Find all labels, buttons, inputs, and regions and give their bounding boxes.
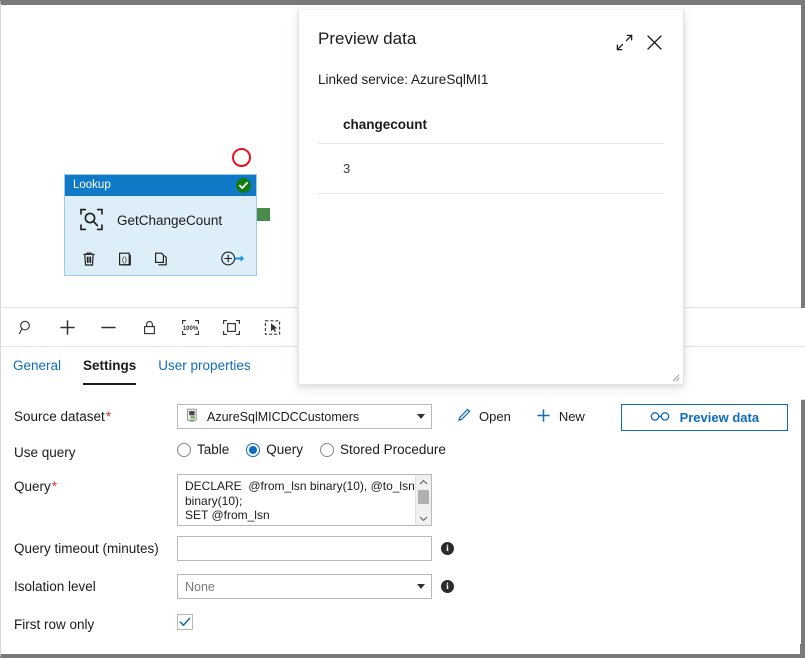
expand-diagonal-icon[interactable] — [609, 27, 639, 57]
svg-text:(): () — [122, 255, 127, 264]
plus-icon — [535, 407, 552, 427]
required-asterisk: * — [105, 409, 112, 424]
source-dataset-value: AzureSqlMICDCCustomers — [207, 409, 360, 424]
info-icon[interactable]: i — [441, 580, 454, 593]
query-timeout-controls: i — [177, 536, 454, 561]
row-isolation-level: Isolation level None i — [1, 574, 801, 612]
chevron-down-icon[interactable] — [417, 414, 425, 419]
open-label: Open — [479, 409, 511, 424]
trash-icon[interactable] — [81, 251, 97, 270]
radio-table[interactable]: Table — [177, 442, 229, 457]
radio-stored-procedure-label: Stored Procedure — [340, 442, 446, 457]
activity-name-label: GetChangeCount — [117, 213, 223, 228]
preview-data-button[interactable]: Preview data — [620, 404, 788, 431]
table-row: 3 — [318, 144, 664, 194]
preview-data-label: Preview data — [679, 410, 760, 425]
scrollbar-thumb[interactable] — [418, 490, 429, 504]
code-braces-icon[interactable]: () — [117, 251, 133, 270]
radio-stored-procedure[interactable]: Stored Procedure — [320, 442, 446, 457]
table-cell: 3 — [343, 161, 351, 176]
radio-query-label: Query — [266, 442, 304, 457]
query-value[interactable]: DECLARE @from_lsn binary(10), @to_lsn bi… — [178, 475, 415, 525]
activity-node-actions: () — [65, 245, 256, 275]
tab-user-properties[interactable]: User properties — [158, 357, 250, 383]
info-icon[interactable]: i — [441, 542, 454, 555]
dataset-icon — [185, 408, 199, 426]
table-header-row: changecount — [318, 117, 664, 144]
auto-align-icon[interactable] — [259, 314, 285, 340]
first-row-only-checkbox[interactable] — [177, 614, 193, 630]
query-scrollbar[interactable] — [415, 475, 431, 525]
svg-text:100%: 100% — [182, 326, 198, 332]
checkmark-icon — [179, 615, 191, 630]
add-output-arrow-icon[interactable] — [220, 250, 246, 270]
fit-to-screen-icon[interactable] — [218, 314, 244, 340]
activity-output-connector[interactable] — [257, 208, 270, 221]
row-query-timeout: Query timeout (minutes) i — [1, 536, 801, 574]
search-icon[interactable] — [13, 314, 39, 340]
pencil-icon — [456, 407, 472, 426]
radio-query[interactable]: Query — [246, 442, 303, 457]
radio-indicator — [246, 442, 261, 457]
new-dataset-button[interactable]: New — [535, 404, 585, 429]
resize-grip-icon[interactable] — [669, 370, 680, 382]
activity-type-label: Lookup — [73, 179, 111, 191]
open-dataset-button[interactable]: Open — [456, 404, 511, 429]
isolation-level-label: Isolation level — [14, 579, 96, 594]
row-query: Query* DECLARE @from_lsn binary(10), @to… — [1, 474, 801, 536]
linked-service-text: Linked service: AzureSqlMI1 — [318, 72, 489, 87]
first-row-only-label: First row only — [14, 617, 95, 632]
app-window: Lookup GetChangeCount () 100% General Se… — [0, 0, 805, 658]
red-highlight-circle-annotation — [232, 148, 251, 167]
activity-node-header: Lookup — [65, 175, 256, 196]
close-x-icon[interactable] — [639, 27, 669, 57]
query-textarea[interactable]: DECLARE @from_lsn binary(10), @to_lsn bi… — [177, 474, 432, 526]
query-timeout-input[interactable] — [177, 536, 432, 561]
preview-data-panel: Preview data Linked service: AzureSqlMI1 — [298, 10, 684, 385]
use-query-radio-group: Table Query Stored Procedure — [177, 440, 446, 457]
source-dataset-controls: AzureSqlMICDCCustomers Open New Preview … — [177, 404, 788, 431]
radio-table-label: Table — [197, 442, 230, 457]
use-query-label: Use query — [14, 445, 76, 460]
isolation-level-controls: None i — [177, 574, 454, 599]
zoom-out-icon[interactable] — [95, 314, 121, 340]
settings-form: Source dataset* AzureSqlMICDCCustomers O… — [1, 390, 801, 644]
preview-panel-header: Preview data — [299, 10, 683, 57]
isolation-level-select[interactable]: None — [177, 574, 432, 599]
table-column-header: changecount — [343, 117, 428, 132]
chevron-down-icon[interactable] — [417, 584, 425, 589]
success-check-icon — [236, 178, 251, 193]
glasses-icon — [650, 410, 670, 425]
preview-data-table: changecount 3 — [318, 117, 664, 194]
activity-node-body: GetChangeCount — [65, 196, 256, 245]
lock-icon[interactable] — [136, 314, 162, 340]
radio-indicator — [177, 442, 191, 457]
isolation-level-value: None — [185, 579, 215, 594]
scroll-up-arrow-icon[interactable] — [419, 475, 428, 489]
source-dataset-select[interactable]: AzureSqlMICDCCustomers — [177, 404, 432, 429]
query-label: Query* — [14, 479, 58, 494]
zoom-in-icon[interactable] — [54, 314, 80, 340]
new-label: New — [558, 409, 585, 424]
activity-node-lookup[interactable]: Lookup GetChangeCount () — [64, 174, 257, 276]
lookup-magnifier-icon — [79, 207, 104, 235]
zoom-100-icon[interactable]: 100% — [177, 314, 203, 340]
required-asterisk: * — [51, 479, 58, 494]
query-timeout-label: Query timeout (minutes) — [14, 541, 159, 556]
row-first-row-only: First row only — [1, 612, 801, 644]
tab-general[interactable]: General — [13, 357, 61, 383]
row-source-dataset: Source dataset* AzureSqlMICDCCustomers O… — [1, 404, 801, 440]
preview-panel-title: Preview data — [318, 29, 417, 48]
radio-indicator — [320, 442, 335, 457]
source-dataset-label: Source dataset* — [14, 409, 112, 424]
tab-settings[interactable]: Settings — [83, 357, 137, 385]
row-use-query: Use query Table Query Stored Procedure — [1, 440, 801, 474]
scroll-down-arrow-icon[interactable] — [419, 511, 428, 525]
copy-icon[interactable] — [153, 251, 169, 270]
